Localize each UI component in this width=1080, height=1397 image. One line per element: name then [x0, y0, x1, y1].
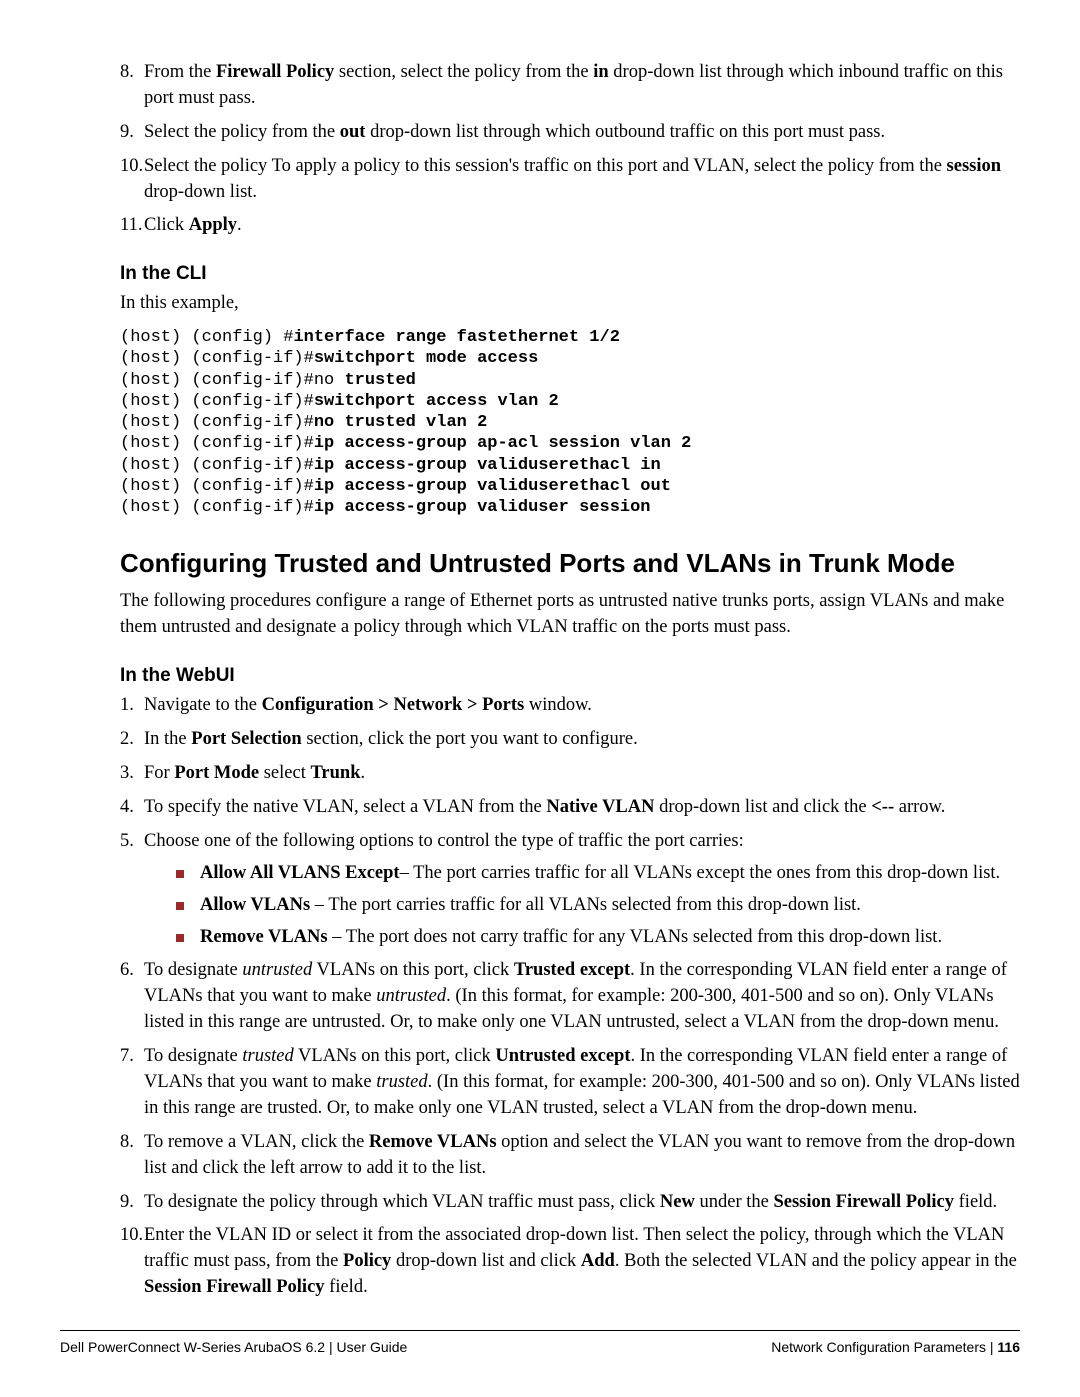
- list-text: From the Firewall Policy section, select…: [144, 62, 1003, 108]
- list-text: To designate trusted VLANs on this port,…: [144, 1046, 1020, 1118]
- bullet-item: Allow VLANs – The port carries traffic f…: [170, 893, 1020, 919]
- list-number: 9.: [120, 1190, 134, 1216]
- list-text: In the Port Selection section, click the…: [144, 729, 638, 749]
- webui-heading: In the WebUI: [120, 665, 1020, 687]
- bullet-item: Allow All VLANS Except– The port carries…: [170, 861, 1020, 887]
- list-text: Select the policy To apply a policy to t…: [144, 156, 1001, 202]
- list-number: 6.: [120, 958, 134, 984]
- webui-ordered-list: 1. Navigate to the Configuration > Networ…: [120, 693, 1020, 1301]
- list-text: Select the policy from the out drop-down…: [144, 122, 885, 142]
- list-item: 9. To designate the policy through which …: [120, 1190, 1020, 1216]
- content-area: 8. From the Firewall Policy section, sele…: [120, 60, 1020, 1301]
- list-item: 1. Navigate to the Configuration > Networ…: [120, 693, 1020, 719]
- list-number: 10.: [120, 1223, 143, 1249]
- list-number: 8.: [120, 60, 134, 86]
- list-text: To remove a VLAN, click the Remove VLANs…: [144, 1132, 1015, 1178]
- list-text: To designate the policy through which VL…: [144, 1192, 997, 1212]
- page-footer: Dell PowerConnect W-Series ArubaOS 6.2 |…: [60, 1330, 1020, 1355]
- list-number: 7.: [120, 1044, 134, 1070]
- list-number: 2.: [120, 727, 134, 753]
- cli-code-block: (host) (config) #interface range fasteth…: [120, 327, 1020, 518]
- list-number: 11.: [120, 213, 142, 239]
- list-item: 10.Enter the VLAN ID or select it from t…: [120, 1223, 1020, 1301]
- list-number: 4.: [120, 795, 134, 821]
- list-item: 8. From the Firewall Policy section, sele…: [120, 60, 1020, 112]
- section-intro: The following procedures configure a ran…: [120, 589, 1020, 641]
- bullet-list: Allow All VLANS Except– The port carries…: [170, 861, 1020, 951]
- footer-left: Dell PowerConnect W-Series ArubaOS 6.2 |…: [60, 1339, 407, 1355]
- top-ordered-list: 8. From the Firewall Policy section, sele…: [120, 60, 1020, 239]
- list-text: Enter the VLAN ID or select it from the …: [144, 1225, 1017, 1297]
- list-item: 11.Click Apply.: [120, 213, 1020, 239]
- list-number: 8.: [120, 1130, 134, 1156]
- list-number: 3.: [120, 761, 134, 787]
- section-title: Configuring Trusted and Untrusted Ports …: [120, 548, 1020, 579]
- list-text: To specify the native VLAN, select a VLA…: [144, 797, 945, 817]
- list-item: 2. In the Port Selection section, click t…: [120, 727, 1020, 753]
- cli-heading: In the CLI: [120, 263, 1020, 285]
- list-text: For Port Mode select Trunk.: [144, 763, 365, 783]
- page: 8. From the Firewall Policy section, sele…: [0, 0, 1080, 1397]
- bullet-item: Remove VLANs – The port does not carry t…: [170, 925, 1020, 951]
- cli-intro: In this example,: [120, 291, 1020, 317]
- list-item: 4. To specify the native VLAN, select a V…: [120, 795, 1020, 821]
- list-item: 7. To designate trusted VLANs on this por…: [120, 1044, 1020, 1122]
- list-item: 3. For Port Mode select Trunk.: [120, 761, 1020, 787]
- list-item: 10.Select the policy To apply a policy t…: [120, 154, 1020, 206]
- list-text: Navigate to the Configuration > Network …: [144, 695, 592, 715]
- list-item: 8. To remove a VLAN, click the Remove VLA…: [120, 1130, 1020, 1182]
- list-number: 5.: [120, 829, 134, 855]
- list-text: Click Apply.: [144, 215, 242, 235]
- list-number: 10.: [120, 154, 143, 180]
- list-number: 1.: [120, 693, 134, 719]
- list-item: 6. To designate untrusted VLANs on this p…: [120, 958, 1020, 1036]
- list-item: 9. Select the policy from the out drop-do…: [120, 120, 1020, 146]
- list-text: Choose one of the following options to c…: [144, 831, 744, 851]
- list-number: 9.: [120, 120, 134, 146]
- list-item: 5. Choose one of the following options to…: [120, 829, 1020, 951]
- footer-right: Network Configuration Parameters | 116: [771, 1339, 1020, 1355]
- list-text: To designate untrusted VLANs on this por…: [144, 960, 1007, 1032]
